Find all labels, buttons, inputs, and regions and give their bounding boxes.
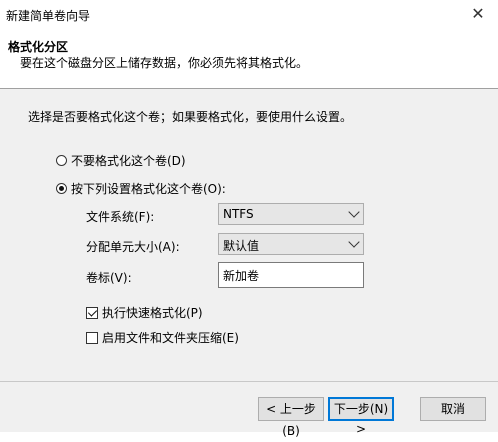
compression-option[interactable]: 启用文件和文件夹压缩(E) xyxy=(86,329,239,346)
quick-format-option[interactable]: 执行快速格式化(P) xyxy=(86,304,203,321)
next-button[interactable]: 下一步(N) > xyxy=(328,397,394,436)
alloc-label: 分配单元大小(A): xyxy=(86,240,180,254)
quick-format-label: 执行快速格式化(P) xyxy=(102,306,203,320)
window-title: 新建简单卷向导 xyxy=(6,9,91,23)
volume-input[interactable]: 新加卷 xyxy=(218,262,364,288)
close-icon[interactable]: ✕ xyxy=(468,4,488,24)
radio-format-label: 按下列设置格式化这个卷(O): xyxy=(71,182,226,196)
alloc-select[interactable]: 默认值 xyxy=(218,233,364,255)
page-subtitle: 要在这个磁盘分区上储存数据，你必须先将其格式化。 xyxy=(20,56,309,70)
compression-label: 启用文件和文件夹压缩(E) xyxy=(102,331,239,345)
compression-checkbox[interactable] xyxy=(86,331,98,344)
volume-label: 卷标(V): xyxy=(86,271,132,285)
back-button[interactable]: < 上一步(B) xyxy=(258,397,324,438)
page-title: 格式化分区 xyxy=(8,40,69,54)
cancel-button[interactable]: 取消 xyxy=(420,397,486,421)
intro-text: 选择是否要格式化这个卷；如果要格式化，要使用什么设置。 xyxy=(28,110,353,124)
radio-format[interactable]: 按下列设置格式化这个卷(O): xyxy=(56,180,226,197)
chevron-down-icon xyxy=(348,206,360,218)
radio-format-circle[interactable] xyxy=(56,183,67,194)
fs-select[interactable]: NTFS xyxy=(218,203,364,225)
volume-value: 新加卷 xyxy=(223,269,260,283)
radio-no-format[interactable]: 不要格式化这个卷(D) xyxy=(56,152,186,169)
radio-no-format-label: 不要格式化这个卷(D) xyxy=(71,154,186,168)
radio-no-format-circle[interactable] xyxy=(56,155,67,166)
quick-format-checkbox[interactable] xyxy=(86,306,98,319)
fs-value: NTFS xyxy=(223,207,254,221)
fs-label: 文件系统(F): xyxy=(86,210,155,224)
alloc-value: 默认值 xyxy=(223,239,260,253)
wizard-header: 格式化分区 要在这个磁盘分区上储存数据，你必须先将其格式化。 xyxy=(0,30,498,88)
title-bar: 新建简单卷向导 ✕ xyxy=(0,0,498,30)
chevron-down-icon xyxy=(348,236,360,248)
